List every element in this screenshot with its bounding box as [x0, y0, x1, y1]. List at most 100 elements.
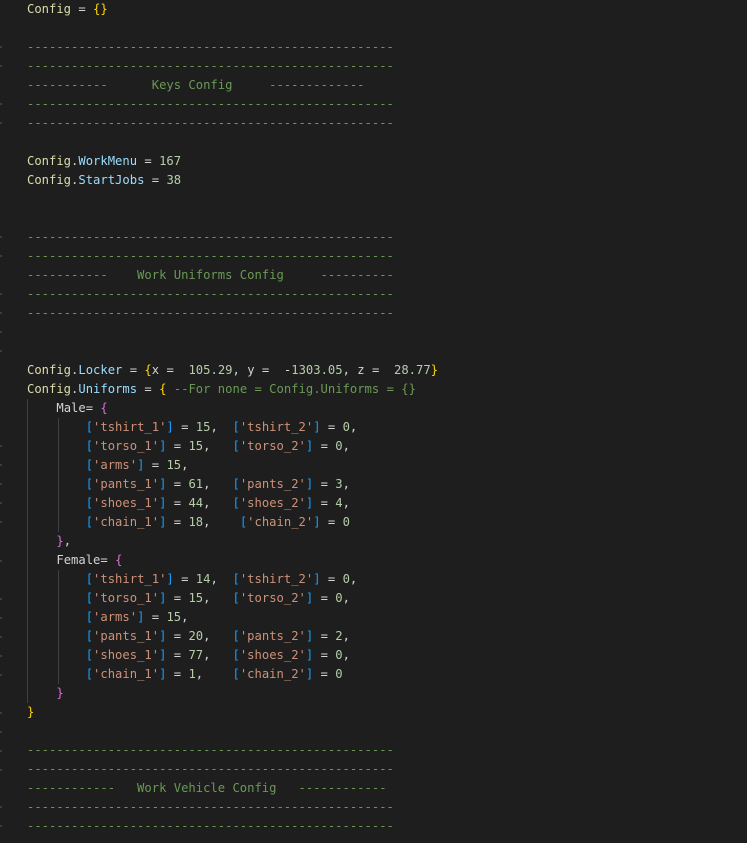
code-line[interactable]: ----------------------------------------… — [27, 114, 747, 133]
number-literal: 0 — [342, 515, 350, 529]
code-line[interactable]: ----------------------------------------… — [27, 247, 747, 266]
gutter-marker — [0, 350, 2, 352]
code-line[interactable]: Female= { — [27, 551, 747, 570]
code-line[interactable]: } — [27, 703, 747, 722]
code-line[interactable]: ['chain_1'] = 18, ['chain_2'] = 0 — [27, 513, 747, 532]
code-line[interactable]: Config.StartJobs = 38 — [27, 171, 747, 190]
string-literal: 'tshirt_1' — [93, 572, 167, 586]
code-line[interactable]: }, — [27, 532, 747, 551]
string-literal: 'tshirt_1' — [93, 420, 167, 434]
number-literal: 0 — [335, 591, 343, 605]
code-line[interactable]: } — [27, 684, 747, 703]
operator: = — [166, 477, 189, 491]
code-line[interactable]: ----------------------------------------… — [27, 285, 747, 304]
operator: = — [122, 363, 145, 377]
bracket: [ — [85, 667, 94, 681]
code-line[interactable]: ​ — [27, 323, 747, 342]
code-line[interactable]: ----------- Work Uniforms Config -------… — [27, 266, 747, 285]
comment: ----------------------------------------… — [27, 249, 394, 263]
code-line[interactable]: ​ — [27, 722, 747, 741]
string-literal: 'pants_2' — [239, 477, 306, 491]
code-line[interactable]: ['chain_1'] = 1, ['chain_2'] = 0 — [27, 665, 747, 684]
operator — [27, 648, 86, 662]
code-line[interactable]: ['tshirt_1'] = 15, ['tshirt_2'] = 0, — [27, 418, 747, 437]
code-line[interactable]: ​ — [27, 342, 747, 361]
bracket: ] — [313, 515, 321, 529]
code-line[interactable]: ​ — [27, 209, 747, 228]
bracket: [ — [85, 648, 94, 662]
code-line[interactable]: Config.Locker = {x = 105.29, y = -1303.0… — [27, 361, 747, 380]
bracket: } — [27, 705, 35, 719]
number-literal: 15 — [166, 610, 182, 624]
operator: = — [166, 439, 189, 453]
bracket: [ — [232, 439, 240, 453]
operator — [27, 496, 86, 510]
code-line[interactable]: ----------------------------------------… — [27, 741, 747, 760]
property-name: WorkMenu — [78, 154, 138, 168]
code-line[interactable]: ['arms'] = 15, — [27, 456, 747, 475]
code-line[interactable]: ['tshirt_1'] = 14, ['tshirt_2'] = 0, — [27, 570, 747, 589]
operator: = — [100, 553, 116, 567]
number-literal: 4 — [335, 496, 343, 510]
operator: , — [203, 629, 233, 643]
operator: , — [342, 439, 350, 453]
code-line[interactable]: ​ — [27, 19, 747, 38]
code-line[interactable]: Male= { — [27, 399, 747, 418]
operator: = — [313, 648, 336, 662]
number-literal: 0 — [335, 648, 343, 662]
code-line[interactable]: Config = {} — [27, 0, 747, 19]
operator: , — [181, 610, 189, 624]
code-line[interactable]: ['torso_1'] = 15, ['torso_2'] = 0, — [27, 589, 747, 608]
operator: = — [166, 629, 189, 643]
number-literal: 77 — [188, 648, 204, 662]
bracket: [ — [232, 648, 240, 662]
bracket: [ — [232, 496, 240, 510]
code-line[interactable]: ----------------------------------------… — [27, 760, 747, 779]
code-line[interactable]: ​ — [27, 133, 747, 152]
bracket: } — [56, 686, 64, 700]
gutter-marker — [0, 331, 2, 333]
string-literal: 'chain_2' — [247, 515, 314, 529]
code-line[interactable]: ----------------------------------------… — [27, 798, 747, 817]
gutter-marker — [0, 521, 2, 523]
gutter-marker — [0, 617, 2, 619]
comment: ----------------------------------------… — [27, 116, 394, 130]
code-editor[interactable]: Config = {}​----------------------------… — [0, 0, 747, 843]
global-identifier: Config — [27, 154, 72, 168]
code-line[interactable]: ----------------------------------------… — [27, 228, 747, 247]
identifier: Male — [56, 401, 86, 415]
code-line[interactable]: ['torso_1'] = 15, ['torso_2'] = 0, — [27, 437, 747, 456]
code-line[interactable]: ​ — [27, 190, 747, 209]
global-identifier: Config — [27, 382, 72, 396]
number-literal: 61 — [188, 477, 204, 491]
code-area[interactable]: Config = {}​----------------------------… — [27, 0, 747, 836]
string-literal: 'torso_1' — [93, 439, 160, 453]
code-line[interactable]: ['shoes_1'] = 77, ['shoes_2'] = 0, — [27, 646, 747, 665]
bracket: ] — [313, 572, 321, 586]
gutter-marker — [0, 731, 2, 733]
code-line[interactable]: ----------------------------------------… — [27, 817, 747, 836]
string-literal: 'torso_2' — [239, 591, 306, 605]
code-line[interactable]: ----------------------------------------… — [27, 95, 747, 114]
code-line[interactable]: ----------------------------------------… — [27, 38, 747, 57]
comment: ----------------------------------------… — [27, 59, 394, 73]
operator: = — [144, 458, 167, 472]
code-line[interactable]: ['arms'] = 15, — [27, 608, 747, 627]
code-line[interactable]: Config.Uniforms = { --For none = Config.… — [27, 380, 747, 399]
operator: , — [203, 648, 233, 662]
code-line[interactable]: ['shoes_1'] = 44, ['shoes_2'] = 4, — [27, 494, 747, 513]
gutter-marker — [0, 122, 2, 124]
code-line[interactable]: ------------ Work Vehicle Config -------… — [27, 779, 747, 798]
code-line[interactable]: ----------------------------------------… — [27, 304, 747, 323]
operator: , — [203, 515, 240, 529]
number-literal: 15 — [188, 591, 204, 605]
code-line[interactable]: Config.WorkMenu = 167 — [27, 152, 747, 171]
operator: , — [342, 591, 350, 605]
bracket: [ — [85, 610, 94, 624]
code-line[interactable]: ----------- Keys Config ------------- — [27, 76, 747, 95]
code-line[interactable]: ----------------------------------------… — [27, 57, 747, 76]
global-identifier: Config — [27, 2, 72, 16]
code-line[interactable]: ['pants_1'] = 61, ['pants_2'] = 3, — [27, 475, 747, 494]
operator: , — [342, 363, 358, 377]
code-line[interactable]: ['pants_1'] = 20, ['pants_2'] = 2, — [27, 627, 747, 646]
